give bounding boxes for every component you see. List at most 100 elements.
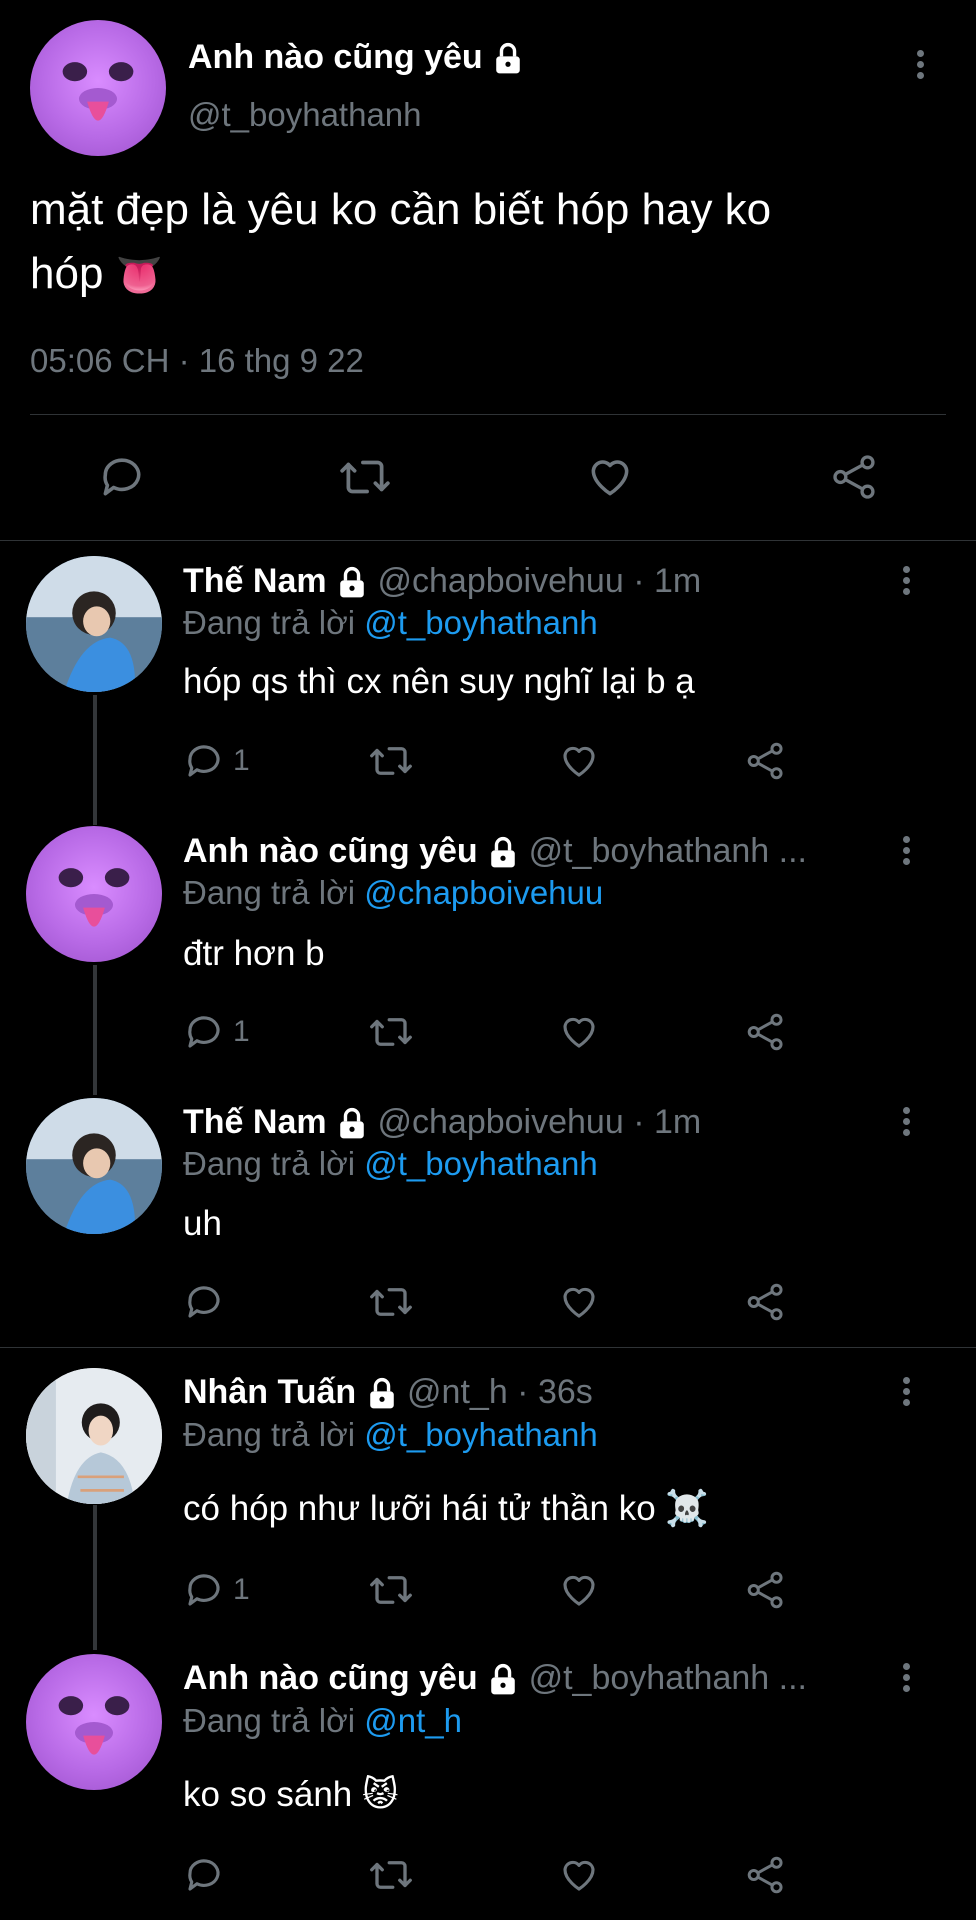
retweet-button[interactable] <box>368 1281 414 1323</box>
reply-handle-time[interactable]: @t_boyhathanh ... <box>529 832 807 870</box>
main-tweet-text: mặt đẹp là yêu ko cần biết hóp hay ko hó… <box>30 178 771 308</box>
share-icon <box>747 1013 783 1051</box>
retweet-icon <box>370 1861 412 1889</box>
reply-handle-time[interactable]: @chapboivehuu · 1m <box>378 562 702 600</box>
share-button[interactable] <box>745 1011 787 1053</box>
reply-icon <box>188 1859 220 1891</box>
replying-to: Đang trả lời @chapboivehuu <box>183 874 603 912</box>
tongue-emoji: 👅 <box>115 255 163 297</box>
thread-connector <box>93 1505 97 1650</box>
replying-to: Đang trả lời @t_boyhathanh <box>183 1416 598 1454</box>
reply-1-header: Thế Nam @chapboivehuu · 1m <box>183 562 701 601</box>
lock-icon <box>340 1107 364 1139</box>
reply-text: ko so sánh 😾 <box>183 1775 399 1814</box>
thread-connector <box>93 965 97 1095</box>
retweet-icon <box>370 1018 412 1046</box>
reply-count: 1 <box>233 744 250 777</box>
reply-icon <box>188 1286 220 1318</box>
section-divider <box>0 540 976 541</box>
main-tweet-divider <box>30 414 946 415</box>
share-button[interactable] <box>745 740 787 782</box>
reply-count: 1 <box>233 1573 250 1606</box>
main-tweet-more-icon[interactable] <box>915 50 925 83</box>
like-button[interactable] <box>558 1569 600 1611</box>
share-icon <box>833 455 875 499</box>
share-icon <box>747 1283 783 1321</box>
lock-icon <box>491 1663 515 1695</box>
reply-5-header: Anh nào cũng yêu @t_boyhathanh ... <box>183 1659 807 1698</box>
reply-more-icon[interactable] <box>901 1663 911 1696</box>
main-reply-button[interactable] <box>97 452 147 502</box>
like-button[interactable] <box>558 1854 600 1896</box>
replying-to: Đang trả lời @nt_h <box>183 1702 462 1740</box>
reply-text: uh <box>183 1204 222 1243</box>
main-retweet-button[interactable] <box>338 452 392 502</box>
reply-author-name[interactable]: Thế Nam <box>183 1103 327 1141</box>
replying-to-link[interactable]: @chapboivehuu <box>364 874 603 911</box>
retweet-button[interactable] <box>368 1854 414 1896</box>
retweet-icon <box>370 1288 412 1316</box>
reply-author-name[interactable]: Anh nào cũng yêu <box>183 1659 478 1697</box>
reply-4-header: Nhân Tuấn @nt_h · 36s <box>183 1373 593 1412</box>
like-button[interactable] <box>558 740 600 782</box>
reply-button[interactable]: 1 <box>183 1011 250 1053</box>
replying-to-link[interactable]: @t_boyhathanh <box>364 1416 598 1453</box>
reply-handle-time[interactable]: @t_boyhathanh ... <box>529 1659 807 1697</box>
reply-text: hóp qs thì cx nên suy nghĩ lại b ạ <box>183 662 695 701</box>
reply-author-name[interactable]: Nhân Tuấn <box>183 1373 356 1411</box>
replying-to-label: Đang trả lời <box>183 1145 356 1182</box>
reply-more-icon[interactable] <box>901 1107 911 1140</box>
like-button[interactable] <box>558 1011 600 1053</box>
tweet-thread-page: Anh nào cũng yêu @t_boyhathanh mặt đẹp l… <box>0 0 976 1920</box>
reply-3-header: Thế Nam @chapboivehuu · 1m <box>183 1103 701 1142</box>
lock-icon <box>491 836 515 868</box>
reply-avatar[interactable] <box>26 1098 162 1234</box>
main-tweet-avatar[interactable] <box>30 20 166 156</box>
share-icon <box>747 742 783 780</box>
reply-text: đtr hơn b <box>183 934 325 973</box>
heart-icon <box>563 1017 595 1048</box>
main-share-button[interactable] <box>830 452 880 502</box>
reply-handle-time[interactable]: @nt_h · 36s <box>407 1373 593 1411</box>
like-button[interactable] <box>558 1281 600 1323</box>
reply-button[interactable]: 1 <box>183 1569 250 1611</box>
heart-icon <box>563 1575 595 1606</box>
section-divider <box>0 1347 976 1348</box>
retweet-button[interactable] <box>368 1011 414 1053</box>
replying-to-link[interactable]: @t_boyhathanh <box>364 1145 598 1182</box>
main-tweet-handle[interactable]: @t_boyhathanh <box>188 96 422 134</box>
reply-more-icon[interactable] <box>901 566 911 599</box>
share-button[interactable] <box>745 1569 787 1611</box>
reply-handle-time[interactable]: @chapboivehuu · 1m <box>378 1103 702 1141</box>
heart-icon <box>563 746 595 777</box>
retweet-button[interactable] <box>368 1569 414 1611</box>
reply-button[interactable]: 1 <box>183 740 250 782</box>
share-button[interactable] <box>745 1854 787 1896</box>
replying-to-label: Đang trả lời <box>183 1702 356 1739</box>
replying-to-link[interactable]: @t_boyhathanh <box>364 604 598 641</box>
heart-icon <box>563 1860 595 1891</box>
main-like-button[interactable] <box>585 452 635 502</box>
main-tweet-timestamp[interactable]: 05:06 CH · 16 thg 9 22 <box>30 342 364 380</box>
reply-more-icon[interactable] <box>901 836 911 869</box>
heart-icon <box>563 1287 595 1318</box>
replying-to: Đang trả lời @t_boyhathanh <box>183 604 598 642</box>
share-icon <box>747 1571 783 1609</box>
reply-avatar[interactable] <box>26 1654 162 1790</box>
reply-avatar[interactable] <box>26 826 162 962</box>
replying-to-link[interactable]: @nt_h <box>364 1702 462 1739</box>
main-tweet-author-name[interactable]: Anh nào cũng yêu <box>188 38 524 77</box>
reply-avatar[interactable] <box>26 556 162 692</box>
reply-author-name[interactable]: Anh nào cũng yêu <box>183 832 478 870</box>
retweet-icon <box>370 1576 412 1604</box>
reply-avatar[interactable] <box>26 1368 162 1504</box>
lock-icon <box>340 566 364 598</box>
retweet-button[interactable] <box>368 740 414 782</box>
reply-more-icon[interactable] <box>901 1377 911 1410</box>
replying-to-label: Đang trả lời <box>183 604 356 641</box>
reply-icon <box>103 458 141 496</box>
reply-button[interactable] <box>183 1281 233 1323</box>
reply-button[interactable] <box>183 1854 233 1896</box>
reply-author-name[interactable]: Thế Nam <box>183 562 327 600</box>
share-button[interactable] <box>745 1281 787 1323</box>
